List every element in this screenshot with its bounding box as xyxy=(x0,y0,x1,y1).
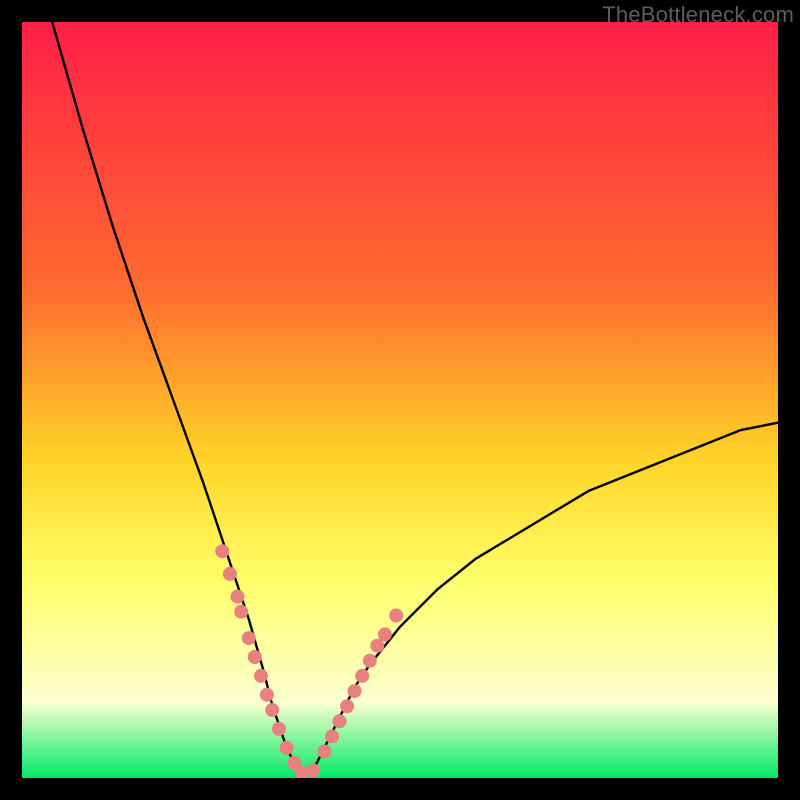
curve-marker xyxy=(355,669,369,683)
curve-marker xyxy=(280,741,294,755)
curve-marker xyxy=(254,669,268,683)
curve-marker xyxy=(363,654,377,668)
curve-marker xyxy=(215,544,229,558)
bottleneck-chart xyxy=(22,22,778,778)
curve-marker xyxy=(325,729,339,743)
curve-marker xyxy=(223,567,237,581)
curve-marker xyxy=(306,763,320,777)
curve-marker xyxy=(348,684,362,698)
curve-marker xyxy=(260,688,274,702)
curve-marker xyxy=(389,609,403,623)
curve-marker xyxy=(265,703,279,717)
curve-marker xyxy=(234,605,248,619)
curve-marker xyxy=(242,631,256,645)
curve-marker xyxy=(272,722,286,736)
watermark-text: TheBottleneck.com xyxy=(602,2,794,28)
gradient-background xyxy=(22,22,778,778)
chart-frame xyxy=(22,22,778,778)
curve-marker xyxy=(333,714,347,728)
curve-marker xyxy=(340,699,354,713)
curve-marker xyxy=(317,745,331,759)
curve-marker xyxy=(378,627,392,641)
curve-marker xyxy=(248,650,262,664)
curve-marker xyxy=(231,590,245,604)
